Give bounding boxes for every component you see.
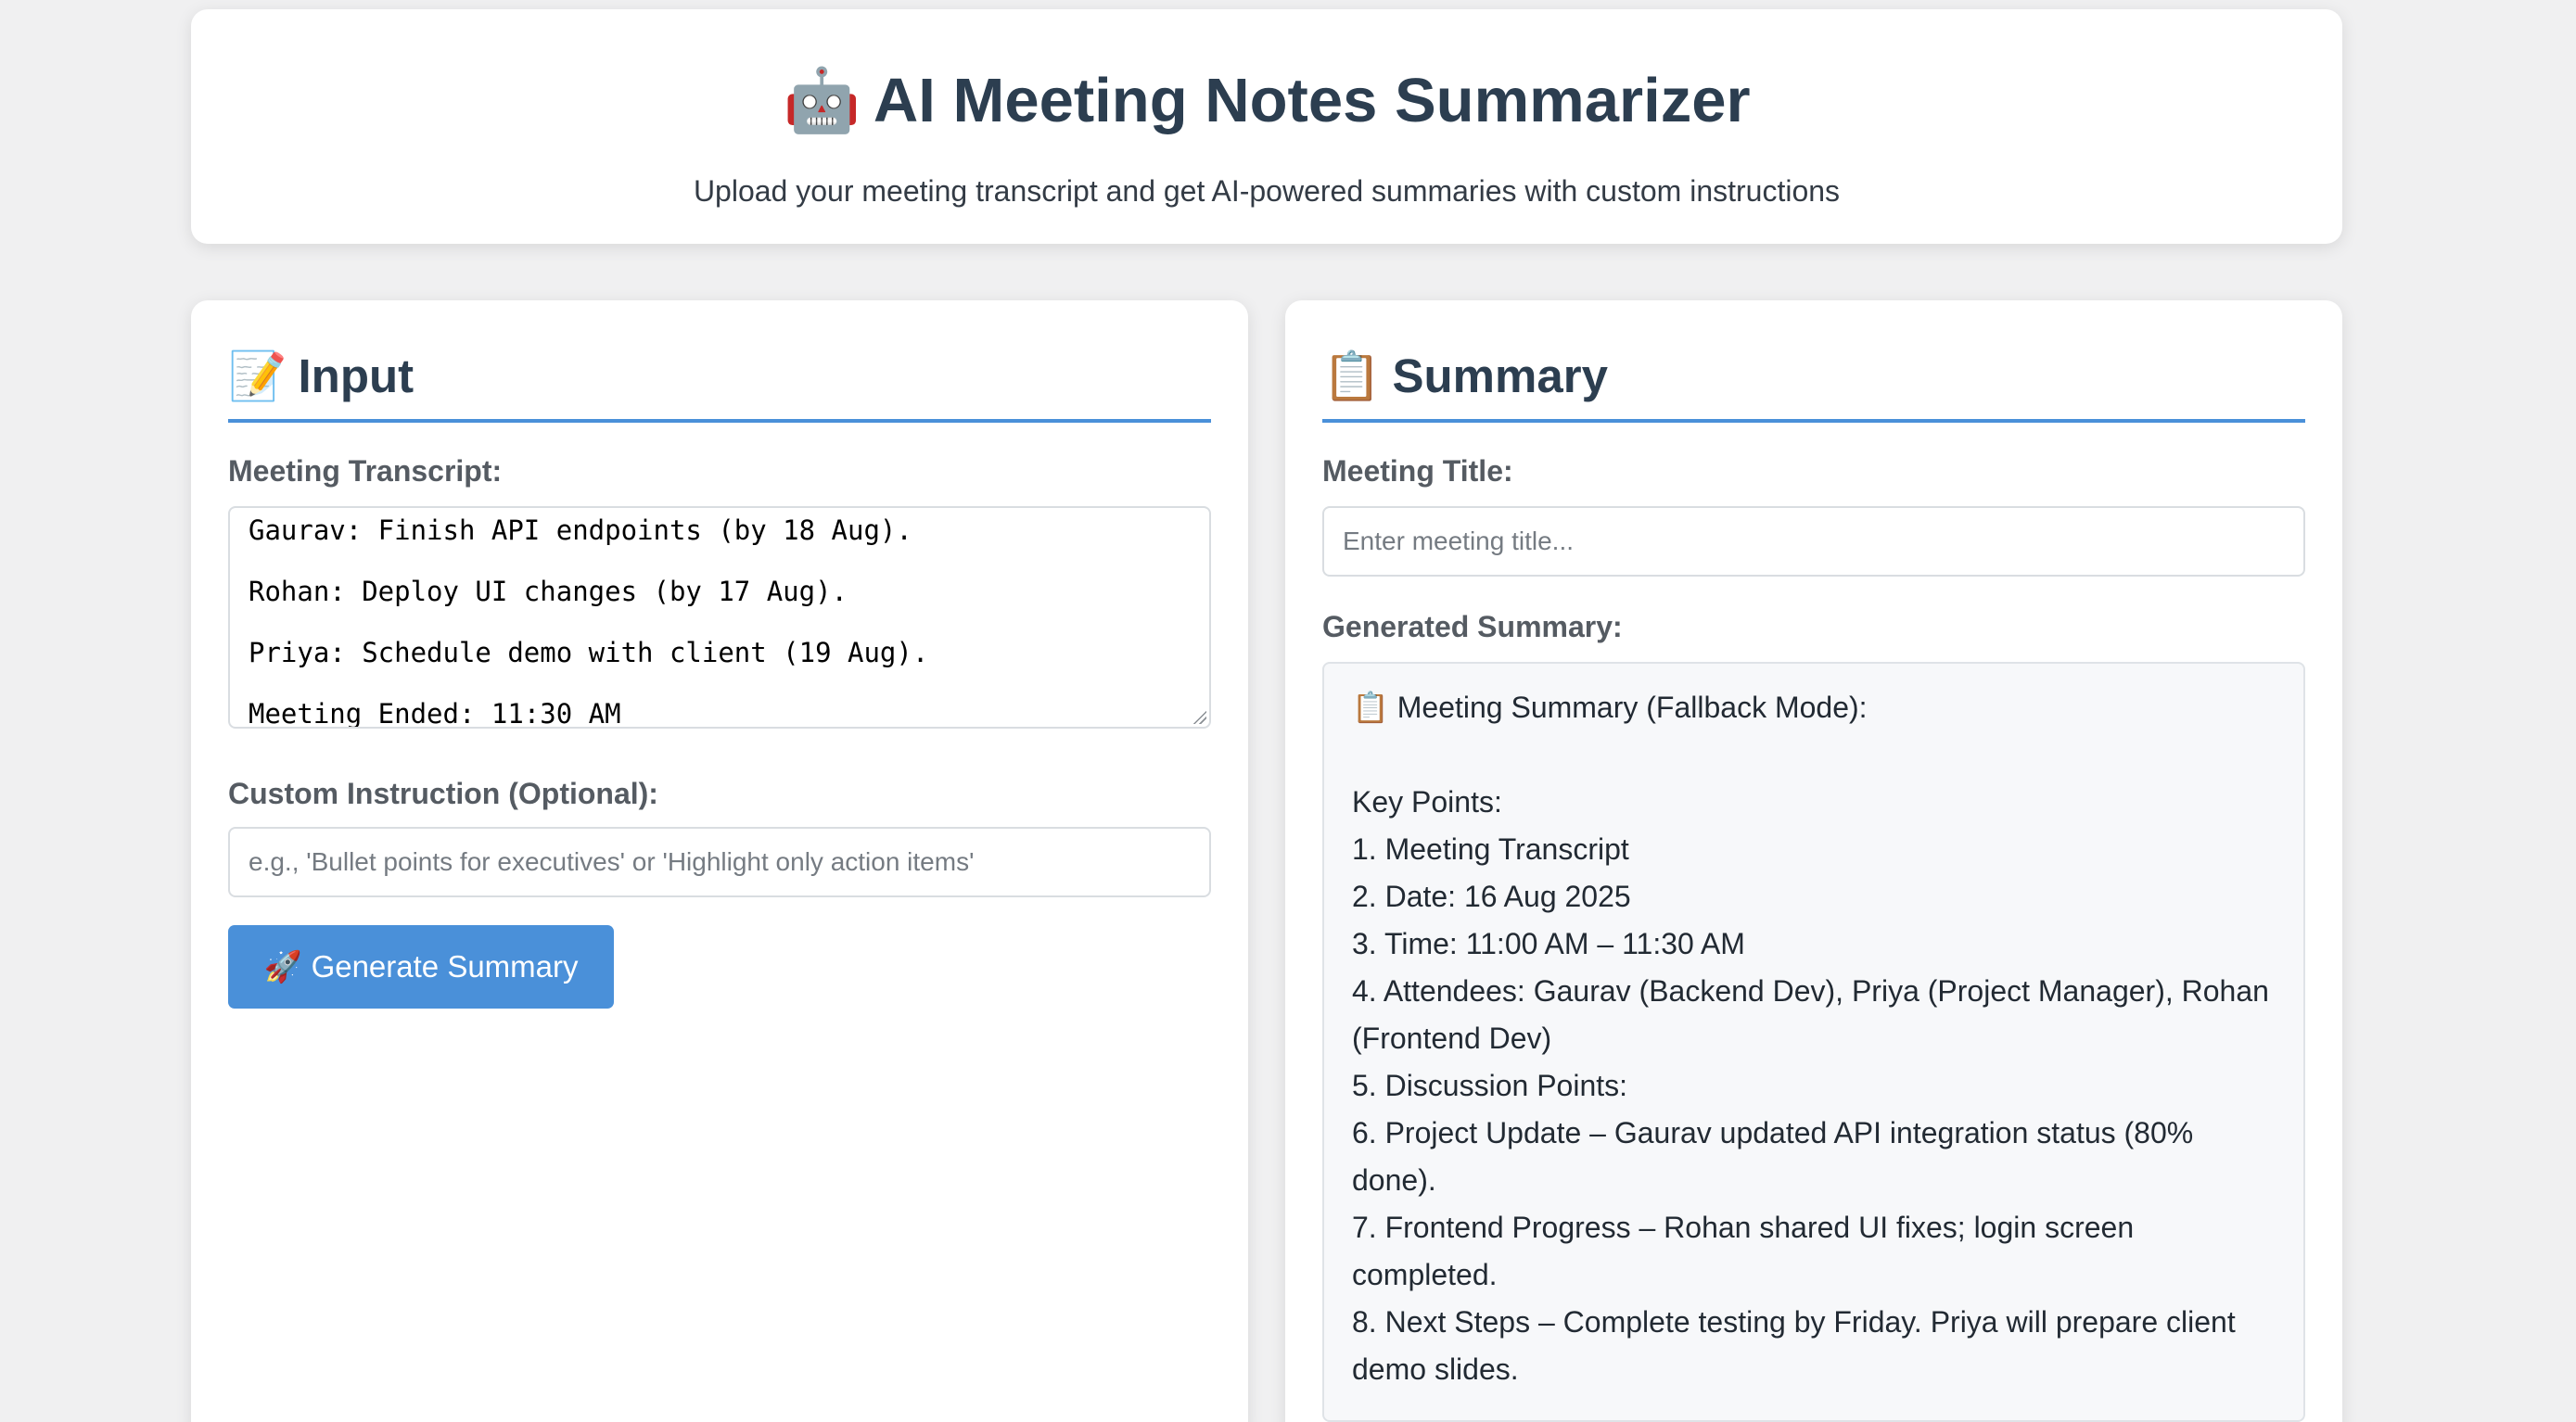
meeting-title-input[interactable]: Enter meeting title... [1322, 506, 2305, 577]
generate-summary-button[interactable]: 🚀 Generate Summary [228, 925, 614, 1009]
page-title-text: AI Meeting Notes Summarizer [873, 66, 1751, 135]
transcript-line: Rohan: Deploy UI changes (by 17 Aug). [249, 576, 848, 607]
summary-heading-text: Summary [1392, 349, 1608, 402]
page-title: 🤖 AI Meeting Notes Summarizer [191, 63, 2342, 139]
summary-card: 📋 Summary [1285, 300, 2342, 1422]
transcript-textarea[interactable]: Gaurav: Finish API endpoints (by 18 Aug)… [228, 506, 1211, 729]
page-subtitle: Upload your meeting transcript and get A… [693, 174, 1841, 208]
resize-handle-icon[interactable] [1192, 709, 1206, 724]
summary-heading: 📋 Summary [1322, 339, 2305, 423]
header-card: 🤖 AI Meeting Notes Summarizer Upload your… [191, 9, 2342, 244]
robot-icon: 🤖 [783, 66, 861, 135]
custom-instruction-input[interactable]: e.g., 'Bullet points for executives' or … [228, 827, 1211, 897]
generate-summary-label: Generate Summary [311, 949, 579, 984]
memo-icon: 📝 [228, 349, 287, 402]
rocket-icon: 🚀 [263, 949, 302, 984]
transcript-line: Gaurav: Finish API endpoints (by 18 Aug)… [249, 514, 912, 546]
transcript-line: Priya: Schedule demo with client (19 Aug… [249, 637, 929, 668]
input-heading: 📝 Input [228, 339, 1211, 423]
transcript-line: Meeting Ended: 11:30 AM [249, 698, 621, 729]
input-heading-text: Input [298, 349, 414, 402]
clipboard-icon: 📋 [1322, 349, 1382, 402]
